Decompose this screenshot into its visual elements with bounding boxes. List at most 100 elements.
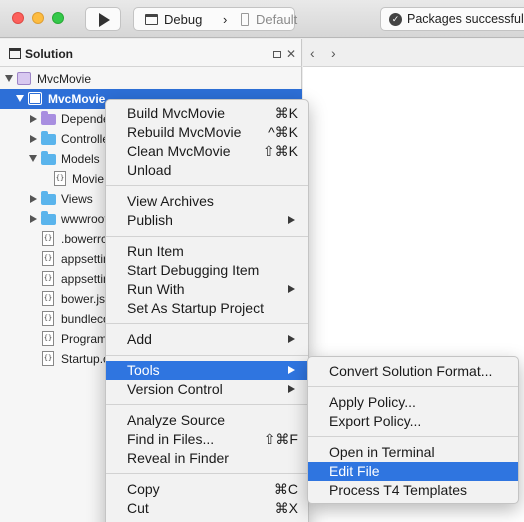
menu-item-build[interactable]: Build MvcMovie ⌘K xyxy=(106,104,308,123)
status-bar: ✓ Packages successfully xyxy=(380,7,524,31)
menu-item-reveal-in-finder[interactable]: Reveal in Finder xyxy=(106,449,308,468)
menu-item-edit-file[interactable]: Edit File xyxy=(308,462,518,481)
code-file-icon: {} xyxy=(42,331,54,346)
folder-icon xyxy=(41,131,56,145)
menu-item-label: Unload xyxy=(127,162,172,178)
menu-separator xyxy=(106,236,308,237)
solution-pad-icon xyxy=(9,48,21,59)
disclosure-right-icon[interactable] xyxy=(30,135,37,143)
disclosure-down-icon[interactable] xyxy=(29,155,37,162)
tree-item-label: wwwroot xyxy=(61,212,108,226)
menu-item-clean[interactable]: Clean MvcMovie ⇧⌘K xyxy=(106,142,308,161)
disclosure-down-icon[interactable] xyxy=(16,95,24,102)
menu-item-find-in-files[interactable]: Find in Files... ⇧⌘F xyxy=(106,430,308,449)
menu-item-label: Add xyxy=(127,331,152,347)
menu-separator xyxy=(106,185,308,186)
menu-item-label: Cut xyxy=(127,500,149,516)
disclosure-down-icon[interactable] xyxy=(5,75,13,82)
solution-pad-title: Solution xyxy=(25,47,73,61)
run-button[interactable] xyxy=(85,7,121,31)
menu-item-cut[interactable]: Cut ⌘X xyxy=(106,499,308,518)
menu-item-label: Analyze Source xyxy=(127,412,226,428)
menu-item-label: Copy xyxy=(127,481,160,497)
menu-item-start-debugging[interactable]: Start Debugging Item xyxy=(106,261,308,280)
menu-item-run-with[interactable]: Run With xyxy=(106,280,308,299)
tree-item-label: Models xyxy=(61,152,100,166)
code-file-icon: {} xyxy=(42,291,54,306)
menu-item-analyze-source[interactable]: Analyze Source xyxy=(106,411,308,430)
disclosure-right-icon[interactable] xyxy=(30,115,37,123)
configuration-selector[interactable]: Debug › Default xyxy=(133,7,297,31)
minimize-window-button[interactable] xyxy=(32,12,44,24)
menu-item-label: Tools xyxy=(127,362,160,378)
submenu-arrow-icon xyxy=(288,335,295,343)
chevron-right-icon: › xyxy=(223,12,228,27)
menu-separator xyxy=(106,355,308,356)
menu-item-label: Open in Terminal xyxy=(329,444,435,460)
menu-item-run-item[interactable]: Run Item xyxy=(106,242,308,261)
maximize-icon[interactable] xyxy=(273,51,281,58)
editor-tab-bar: ‹ › xyxy=(303,39,524,67)
menu-item-add[interactable]: Add xyxy=(106,330,308,349)
menu-item-shortcut: ⇧⌘F xyxy=(263,431,298,447)
close-icon[interactable]: ✕ xyxy=(286,47,296,61)
solution-icon xyxy=(17,72,31,85)
menu-item-copy[interactable]: Copy ⌘C xyxy=(106,480,308,499)
menu-item-label: Run With xyxy=(127,281,185,297)
menu-item-label: Publish xyxy=(127,212,173,228)
menu-item-open-in-terminal[interactable]: Open in Terminal xyxy=(308,443,518,462)
submenu-arrow-icon xyxy=(288,285,295,293)
tools-submenu: Convert Solution Format... Apply Policy.… xyxy=(307,356,519,504)
menu-item-label: Version Control xyxy=(127,381,223,397)
disclosure-right-icon[interactable] xyxy=(30,195,37,203)
disclosure-right-icon[interactable] xyxy=(30,215,37,223)
code-file-icon: {} xyxy=(42,231,54,246)
menu-separator xyxy=(106,473,308,474)
solution-pad-header: Solution ✕ xyxy=(0,39,302,67)
menu-item-set-startup[interactable]: Set As Startup Project xyxy=(106,299,308,318)
menu-item-view-archives[interactable]: View Archives xyxy=(106,192,308,211)
submenu-arrow-icon xyxy=(288,366,295,374)
main-toolbar: Debug › Default ✓ Packages successfully xyxy=(0,0,524,38)
menu-item-label: Rebuild MvcMovie xyxy=(127,124,242,140)
menu-item-label: Edit File xyxy=(329,463,380,479)
play-icon xyxy=(99,13,110,27)
folder-icon xyxy=(41,191,56,205)
menu-item-version-control[interactable]: Version Control xyxy=(106,380,308,399)
forward-icon[interactable]: › xyxy=(331,45,336,61)
menu-separator xyxy=(106,323,308,324)
menu-item-shortcut: ⇧⌘K xyxy=(262,143,298,159)
project-context-menu: Build MvcMovie ⌘K Rebuild MvcMovie ^⌘K C… xyxy=(105,99,309,522)
menu-item-label: Apply Policy... xyxy=(329,394,416,410)
back-icon[interactable]: ‹ xyxy=(310,45,315,61)
menu-separator xyxy=(106,404,308,405)
menu-item-label: View Archives xyxy=(127,193,214,209)
code-file-icon: {} xyxy=(42,351,54,366)
menu-item-export-policy[interactable]: Export Policy... xyxy=(308,412,518,431)
project-icon xyxy=(28,92,42,105)
tree-item-label: MvcMovie xyxy=(37,72,92,86)
menu-item-unload[interactable]: Unload xyxy=(106,161,308,180)
menu-item-label: Clean MvcMovie xyxy=(127,143,231,159)
menu-item-tools[interactable]: Tools xyxy=(106,361,308,380)
submenu-arrow-icon xyxy=(288,385,295,393)
menu-item-apply-policy[interactable]: Apply Policy... xyxy=(308,393,518,412)
menu-item-label: Reveal in Finder xyxy=(127,450,229,466)
menu-item-shortcut: ⌘K xyxy=(274,105,298,121)
menu-item-process-t4-templates[interactable]: Process T4 Templates xyxy=(308,481,518,500)
code-file-icon: {} xyxy=(54,171,66,186)
menu-item-convert-solution-format[interactable]: Convert Solution Format... xyxy=(308,362,518,381)
menu-separator xyxy=(308,436,518,437)
tree-item-label: .bowerrc xyxy=(61,232,108,246)
close-window-button[interactable] xyxy=(12,12,24,24)
menu-separator xyxy=(308,386,518,387)
code-file-icon: {} xyxy=(42,271,54,286)
code-file-icon: {} xyxy=(42,251,54,266)
tree-item-solution[interactable]: MvcMovie xyxy=(0,69,302,89)
menu-item-label: Start Debugging Item xyxy=(127,262,260,278)
menu-item-publish[interactable]: Publish xyxy=(106,211,308,230)
zoom-window-button[interactable] xyxy=(52,12,64,24)
menu-item-label: Process T4 Templates xyxy=(329,482,467,498)
menu-item-rebuild[interactable]: Rebuild MvcMovie ^⌘K xyxy=(106,123,308,142)
menu-item-label: Run Item xyxy=(127,243,184,259)
